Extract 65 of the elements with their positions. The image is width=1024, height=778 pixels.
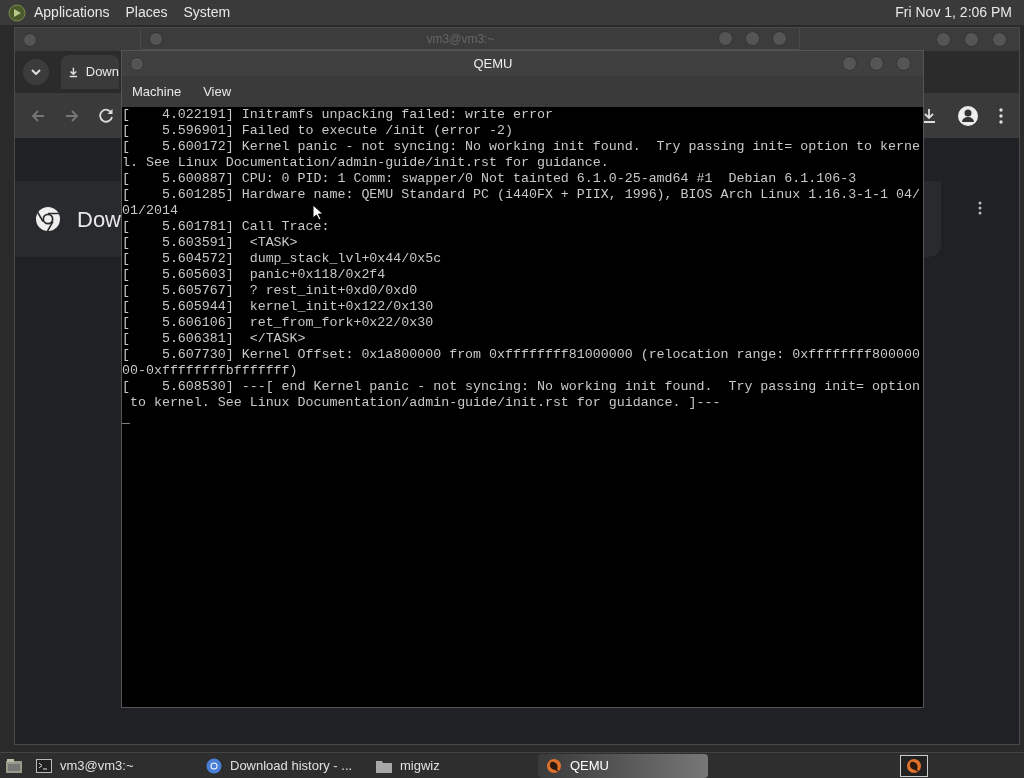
close-button[interactable] xyxy=(772,31,787,46)
window-title: QEMU xyxy=(473,54,513,73)
mouse-pointer-icon xyxy=(312,204,323,221)
console-line: [ 5.606106] ret_from_fork+0x22/0x30 xyxy=(122,315,434,331)
close-button[interactable] xyxy=(896,56,911,71)
download-icon xyxy=(69,65,78,79)
console-line: [ 5.596901] Failed to execute /init (error -2) xyxy=(122,123,513,139)
menu-item[interactable]: View xyxy=(203,81,232,102)
panel-menu[interactable]: System xyxy=(183,2,231,23)
clock[interactable]: Fri Nov 1, 2:06 PM xyxy=(895,2,1016,23)
taskbar-button[interactable]: Download history - ... xyxy=(198,753,368,778)
console-line: [ 5.604572] dump_stack_lvl+0x44/0x5c xyxy=(122,251,442,267)
tray-button[interactable] xyxy=(900,754,928,777)
qemu-icon xyxy=(906,757,922,774)
console-line: to kernel. See Linux Documentation/admin-guide/init.rst for guidance. ]--- xyxy=(128,395,721,411)
page-heading: Dow xyxy=(77,205,121,234)
console-line: [ 5.607730] Kernel Offset: 0x1a800000 from 0xffffffff81000000 (relocation range: 0xffffffff800000 xyxy=(122,347,920,363)
panel-menu[interactable]: Places xyxy=(125,2,168,23)
browser-tab[interactable]: Down xyxy=(61,55,119,89)
minimize-button[interactable] xyxy=(936,32,951,47)
console-line: l. See Linux Documentation/admin-guide/init.rst for guidance. xyxy=(122,155,609,171)
taskbar-button[interactable]: migwiz xyxy=(368,753,538,778)
chrome-icon xyxy=(35,206,61,232)
console-line: [ 5.605767] ? rest_init+0xd0/0xd0 xyxy=(122,283,418,299)
menu-item[interactable]: Machine xyxy=(132,81,182,102)
taskbar-button[interactable]: QEMU xyxy=(538,753,708,778)
window-menu-button[interactable] xyxy=(130,56,144,71)
minimize-button[interactable] xyxy=(718,31,733,46)
close-button[interactable] xyxy=(992,32,1007,47)
more-icon[interactable] xyxy=(999,107,1003,124)
maximize-button[interactable] xyxy=(869,56,884,71)
reload-icon[interactable] xyxy=(99,108,114,123)
panel-menu[interactable]: Applications xyxy=(34,2,110,23)
show-desktop-icon[interactable] xyxy=(5,757,23,774)
console-line: [ 5.608530] ---[ end Kernel panic - not syncing: No working init found. Try passing init= option xyxy=(122,379,920,395)
console-line: [ 5.603591] <TASK> xyxy=(122,235,298,251)
console-line: [ 5.605603] panic+0x118/0x2f4 xyxy=(122,267,386,283)
qemu-icon xyxy=(546,757,562,774)
window-menu-button[interactable] xyxy=(23,32,37,47)
forward-icon[interactable] xyxy=(65,108,79,123)
minimize-button[interactable] xyxy=(842,56,857,71)
chevron-down-icon xyxy=(31,69,41,75)
console-line: [ 4.022191] Initramfs unpacking failed: write error xyxy=(122,107,553,123)
console-line: 00-0xffffffffbfffffff) xyxy=(122,363,298,379)
back-icon[interactable] xyxy=(31,108,45,123)
more-icon[interactable] xyxy=(978,201,982,215)
text-cursor: _ xyxy=(122,411,130,427)
terminal-icon xyxy=(36,758,52,773)
console-line: [ 5.600172] Kernel panic - not syncing: No working init found. Try passing init= option to kerne xyxy=(122,139,920,155)
chrome-icon xyxy=(206,757,222,774)
maximize-button[interactable] xyxy=(964,32,979,47)
console-line: [ 5.600887] CPU: 0 PID: 1 Comm: swapper/0 Not tainted 6.1.0-25-amd64 #1 Debian 6.1.106-3 xyxy=(122,171,857,187)
logo-icon[interactable] xyxy=(8,3,26,22)
folder-icon xyxy=(376,758,392,773)
taskbar-button[interactable]: vm3@vm3:~ xyxy=(28,753,198,778)
tab-list-button[interactable] xyxy=(23,59,49,85)
window-menu-button[interactable] xyxy=(149,31,163,46)
maximize-button[interactable] xyxy=(745,31,760,46)
console-line: 01/2014 xyxy=(122,203,178,219)
download-icon[interactable] xyxy=(921,107,937,124)
console-line: [ 5.601285] Hardware name: QEMU Standard PC (i440FX + PIIX, 1996), BIOS Arch Linux 1.16.3-1-1 04/ xyxy=(122,187,920,203)
console-line: [ 5.601781] Call Trace: xyxy=(122,219,330,235)
console-line: [ 5.606381] </TASK> xyxy=(122,331,306,347)
profile-icon[interactable] xyxy=(957,104,979,127)
console-line: [ 5.605944] kernel_init+0x122/0x130 xyxy=(122,299,434,315)
